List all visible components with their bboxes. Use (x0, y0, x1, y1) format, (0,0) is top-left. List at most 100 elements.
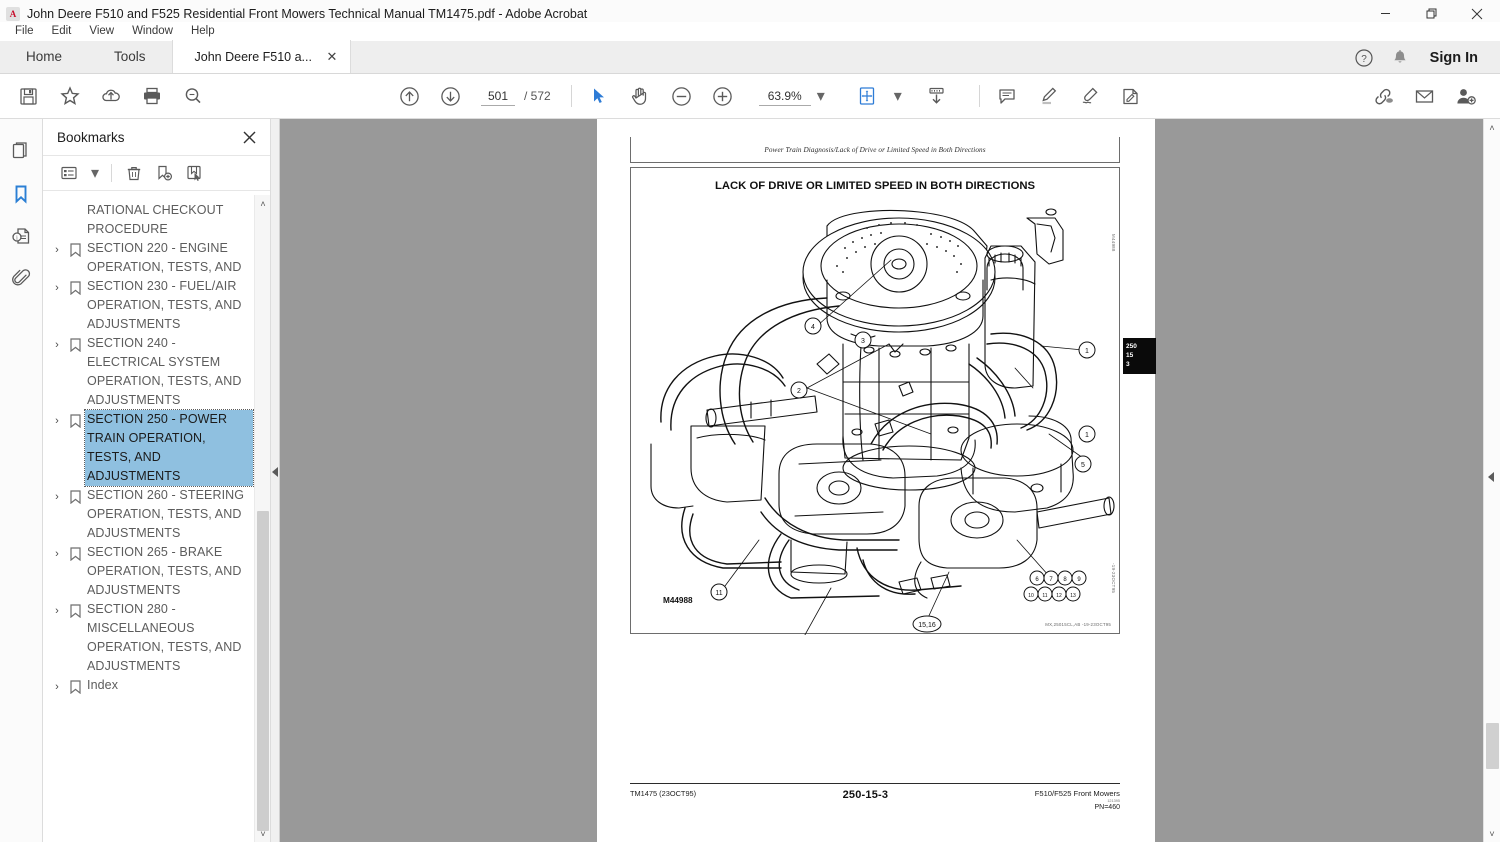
highlight-icon[interactable] (1028, 78, 1069, 114)
new-bookmark-icon[interactable] (150, 160, 178, 186)
page-footer-rule (630, 783, 1120, 784)
stamp-icon[interactable] (1110, 78, 1151, 114)
bookmarks-scroll-up-icon[interactable]: ˄ (255, 195, 271, 212)
bookmark-item[interactable]: › SECTION 240 - ELECTRICAL SYSTEM OPERATI… (43, 334, 255, 410)
rail-document-info-button[interactable]: i (4, 215, 38, 257)
tab-strip-right-controls: ? Sign In (1348, 41, 1492, 74)
bookmarks-scrollbar[interactable]: ˄ ˅ (254, 195, 270, 842)
bookmark-item[interactable]: › SECTION 280 - MISCELLANEOUS OPERATION, … (43, 600, 255, 676)
zoom-out-icon[interactable] (661, 78, 702, 114)
menu-window[interactable]: Window (123, 24, 182, 38)
viewer-scroll-thumb[interactable] (1486, 723, 1499, 769)
bookmarks-panel-header: Bookmarks (43, 119, 270, 155)
rail-page-thumbnails-button[interactable] (4, 131, 38, 173)
add-person-icon[interactable] (1445, 78, 1486, 114)
svg-text:15,16: 15,16 (918, 622, 936, 629)
sign-in-button[interactable]: Sign In (1420, 46, 1492, 70)
svg-text:13: 13 (1070, 593, 1076, 599)
tab-document[interactable]: John Deere F510 a... ✕ (171, 40, 351, 73)
figure-part-number: M44988 (663, 596, 693, 605)
bookmark-item-label: RATIONAL CHECKOUT PROCEDURE (87, 203, 224, 236)
bookmarks-scroll-thumb[interactable] (257, 511, 269, 831)
bookmark-item-label: SECTION 230 - FUEL/AIR OPERATION, TESTS,… (87, 279, 242, 331)
chevron-right-icon[interactable]: › (49, 278, 65, 297)
goto-bookmark-icon[interactable] (180, 160, 208, 186)
svg-text:5: 5 (1081, 462, 1085, 469)
zoom-in-icon[interactable] (702, 78, 743, 114)
toolbar-fit-group: ▾ (847, 78, 957, 114)
chevron-right-icon[interactable]: › (49, 335, 65, 354)
bookmark-item[interactable]: › SECTION 250 - POWER TRAIN OPERATION, TE… (43, 409, 255, 487)
comment-icon[interactable] (987, 78, 1028, 114)
document-tab-label: John Deere F510 a... (194, 49, 312, 64)
viewer-scrollbar[interactable]: ˄ ˅ (1483, 119, 1500, 842)
menu-file[interactable]: File (6, 24, 43, 38)
bookmarks-panel: Bookmarks ▾ RATIONAL CHECKOUT PROCEDURE … (43, 119, 271, 842)
bookmark-item[interactable]: RATIONAL CHECKOUT PROCEDURE (43, 201, 255, 239)
document-info-icon: i (12, 228, 30, 244)
chevron-right-icon[interactable]: › (49, 240, 65, 259)
bookmark-item[interactable]: › Index (43, 676, 255, 696)
zoom-chevron-down-icon[interactable]: ▾ (813, 85, 829, 107)
bookmarks-toolbar: ▾ (43, 155, 270, 191)
email-icon[interactable] (1404, 78, 1445, 114)
zoom-level-input[interactable] (758, 86, 811, 106)
tab-home[interactable]: Home (0, 40, 88, 73)
share-link-icon[interactable] (1363, 78, 1404, 114)
toolbar-annotate-group (987, 78, 1151, 114)
next-page-icon[interactable] (430, 78, 471, 114)
chevron-right-icon[interactable]: › (49, 544, 65, 563)
rail-bookmarks-button[interactable] (4, 173, 38, 215)
footer-date-code: 121395 (1107, 799, 1120, 803)
tab-tools[interactable]: Tools (88, 40, 172, 73)
print-icon[interactable] (131, 78, 172, 114)
search-icon[interactable] (172, 78, 213, 114)
viewer-scroll-up-icon[interactable]: ˄ (1484, 119, 1500, 136)
scroll-mode-icon[interactable] (916, 78, 957, 114)
window-title: John Deere F510 and F525 Residential Fro… (27, 6, 588, 21)
hand-tool-icon[interactable] (620, 78, 661, 114)
cloud-upload-icon[interactable] (90, 78, 131, 114)
menu-view[interactable]: View (80, 24, 123, 38)
svg-text:?: ? (1361, 54, 1367, 65)
bookmark-item[interactable]: › SECTION 230 - FUEL/AIR OPERATION, TESTS… (43, 277, 255, 334)
previous-page-icon[interactable] (389, 78, 430, 114)
bookmark-item[interactable]: › SECTION 260 - STEERING OPERATION, TESTS… (43, 486, 255, 543)
bookmark-item[interactable]: › SECTION 220 - ENGINE OPERATION, TESTS, … (43, 239, 255, 277)
bookmark-item[interactable]: › SECTION 265 - BRAKE OPERATION, TESTS, A… (43, 543, 255, 600)
chevron-right-icon[interactable]: › (49, 411, 65, 430)
pdf-page: Power Train Diagnosis/Lack of Drive or L… (597, 119, 1155, 842)
figure-title: LACK OF DRIVE OR LIMITED SPEED IN BOTH D… (714, 180, 1036, 192)
save-icon[interactable] (8, 78, 49, 114)
star-icon[interactable] (49, 78, 90, 114)
figure-box: LACK OF DRIVE OR LIMITED SPEED IN BOTH D… (630, 167, 1120, 635)
bookmarks-scroll-down-icon[interactable]: ˅ (255, 825, 271, 842)
menu-help[interactable]: Help (182, 24, 224, 38)
bookmark-options-chevron-down-icon[interactable]: ▾ (87, 163, 103, 183)
page-number-input[interactable] (481, 86, 515, 106)
bookmark-icon (65, 278, 85, 297)
page-fit-icon[interactable] (847, 78, 888, 114)
bookmark-options-icon[interactable] (55, 160, 83, 186)
delete-bookmark-icon[interactable] (120, 160, 148, 186)
bell-icon[interactable] (1384, 44, 1416, 72)
chevron-right-icon[interactable]: › (49, 487, 65, 506)
pages-icon (12, 142, 27, 159)
footer-model-line: F510/F525 Front Mowers (1034, 789, 1120, 798)
bookmarks-list[interactable]: RATIONAL CHECKOUT PROCEDURE › SECTION 220 … (43, 195, 255, 842)
bookmark-item-label: SECTION 250 - POWER TRAIN OPERATION, TES… (84, 409, 254, 487)
viewer-collapse-left-triangle-icon[interactable] (1488, 472, 1494, 482)
fit-chevron-down-icon[interactable]: ▾ (890, 85, 906, 107)
close-icon[interactable]: ✕ (324, 49, 340, 65)
chevron-right-icon[interactable]: › (49, 601, 65, 620)
menu-edit[interactable]: Edit (43, 24, 81, 38)
document-viewer[interactable]: Power Train Diagnosis/Lack of Drive or L… (280, 119, 1500, 842)
fill-and-sign-icon[interactable] (1069, 78, 1110, 114)
close-panel-icon[interactable] (238, 126, 260, 148)
help-circle-icon[interactable]: ? (1348, 44, 1380, 72)
viewer-scroll-down-icon[interactable]: ˅ (1484, 825, 1500, 842)
select-tool-icon[interactable] (579, 78, 620, 114)
sidebar-collapse-handle[interactable] (271, 119, 280, 842)
chevron-right-icon[interactable]: › (49, 677, 65, 696)
rail-attachments-button[interactable] (4, 257, 38, 299)
